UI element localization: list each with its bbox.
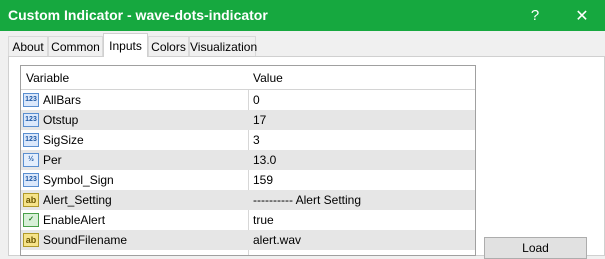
window-title: Custom Indicator - wave-dots-indicator — [8, 7, 268, 23]
bool-icon: ✓ — [23, 213, 39, 227]
tab-colors[interactable]: Colors — [148, 36, 189, 56]
tab-strip: About Common Inputs Colors Visualization — [0, 31, 605, 58]
variable-name: EnableAlert — [43, 213, 106, 227]
variable-name: SigSize — [43, 133, 84, 147]
variable-value[interactable]: 13.0 — [253, 150, 276, 170]
int-icon: 123 — [23, 93, 39, 107]
title-bar: Custom Indicator - wave-dots-indicator ?… — [0, 0, 605, 31]
variable-value[interactable]: 17 — [253, 110, 266, 130]
variable-value[interactable]: 3 — [253, 130, 260, 150]
help-icon: ? — [530, 7, 540, 24]
tab-about[interactable]: About — [8, 36, 48, 56]
variable-name: Otstup — [43, 113, 79, 127]
header-value[interactable]: Value — [253, 71, 283, 85]
tab-inputs[interactable]: Inputs — [103, 33, 148, 57]
table-row[interactable]: 123 SigSize 3 — [21, 130, 475, 150]
int-icon: 123 — [23, 173, 39, 187]
tab-visualization[interactable]: Visualization — [189, 36, 257, 56]
table-row[interactable]: 123 Otstup 17 — [21, 110, 475, 130]
table-header: Variable Value — [21, 66, 475, 90]
close-icon: ✕ — [575, 7, 589, 25]
help-button[interactable]: ? — [512, 0, 558, 31]
table-row[interactable]: 123 Symbol_Sign 159 — [21, 170, 475, 190]
table-row[interactable]: ab SoundFilename alert.wav — [21, 230, 475, 250]
variable-name: Symbol_Sign — [43, 173, 114, 187]
double-icon: ½ — [23, 153, 39, 167]
variable-name: Alert_Setting — [43, 193, 112, 207]
string-icon: ab — [23, 233, 39, 247]
inputs-table: Variable Value 123 AllBars 0 123 Otstup … — [20, 65, 476, 256]
variable-value[interactable]: ---------- Alert Setting — [253, 190, 361, 210]
table-row[interactable]: ab Alert_Setting ---------- Alert Settin… — [21, 190, 475, 210]
int-icon: 123 — [23, 113, 39, 127]
variable-name: SoundFilename — [43, 233, 128, 247]
close-button[interactable]: ✕ — [559, 0, 605, 31]
tab-common[interactable]: Common — [48, 36, 103, 56]
variable-value[interactable]: 0 — [253, 90, 260, 110]
table-row[interactable]: 123 AllBars 0 — [21, 90, 475, 110]
table-row[interactable]: ✓ EnableAlert true — [21, 210, 475, 230]
variable-value[interactable]: true — [253, 210, 274, 230]
variable-value[interactable]: 159 — [253, 170, 273, 190]
int-icon: 123 — [23, 133, 39, 147]
variable-value[interactable]: alert.wav — [253, 230, 301, 250]
string-icon: ab — [23, 193, 39, 207]
variable-name: AllBars — [43, 93, 82, 107]
header-variable[interactable]: Variable — [26, 71, 69, 85]
table-row[interactable]: ½ Per 13.0 — [21, 150, 475, 170]
variable-name: Per — [43, 153, 62, 167]
